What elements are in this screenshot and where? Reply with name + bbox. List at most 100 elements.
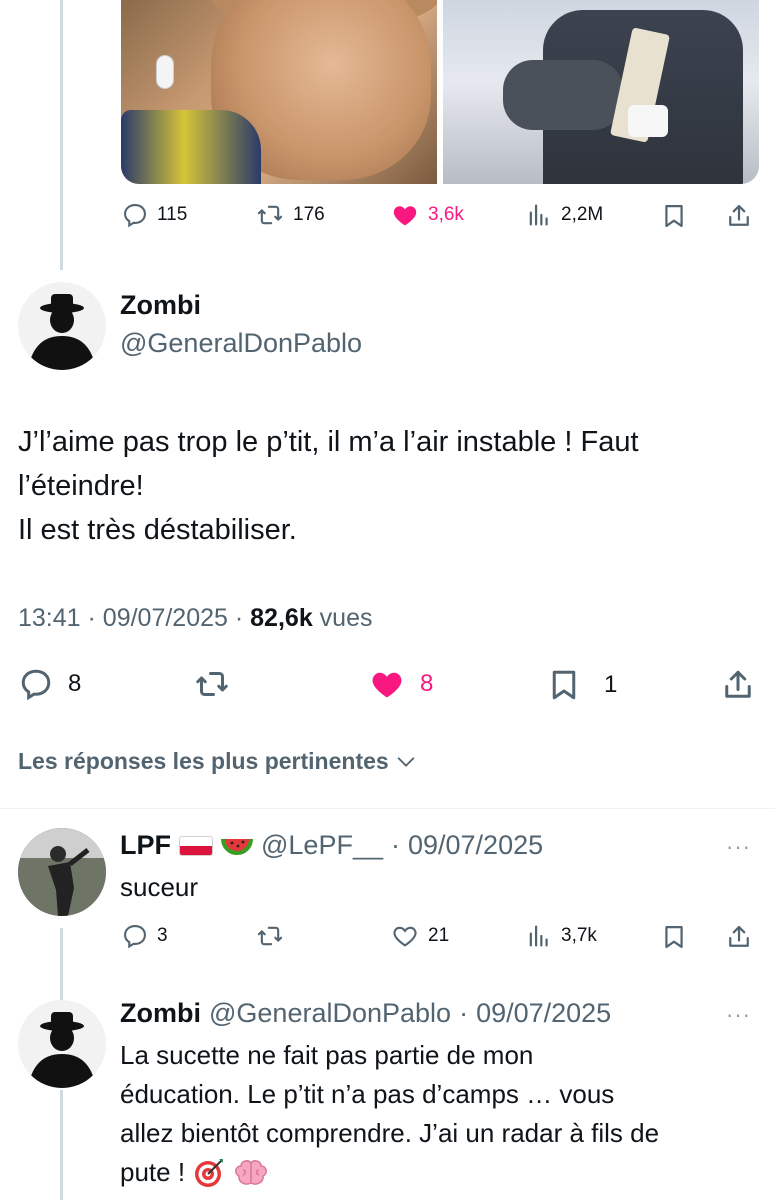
separator: ·	[234, 604, 244, 632]
tweet-text: J’l’aime pas trop le p’tit, il m’a l’air…	[18, 420, 758, 552]
like-count: 21	[428, 925, 450, 946]
hat-silhouette-avatar-icon	[28, 1012, 96, 1088]
heart-filled-icon	[393, 206, 417, 226]
tweet-time[interactable]: 13:41	[18, 604, 81, 632]
repost-button[interactable]	[255, 922, 285, 950]
analytics-icon	[529, 925, 548, 947]
analytics-icon	[529, 204, 548, 226]
bookmark-button[interactable]	[660, 922, 688, 952]
repost-icon	[257, 926, 283, 946]
tweet-text-line: Il est très déstabiliser.	[18, 514, 297, 546]
bookmark-icon	[665, 925, 683, 949]
reply-count: 115	[157, 204, 188, 225]
brain-icon	[235, 1159, 267, 1185]
repost-button[interactable]	[192, 666, 232, 702]
reply-date[interactable]: 09/07/2025	[408, 830, 543, 861]
reply-text-line-last: pute !	[120, 1153, 659, 1192]
like-count: 8	[420, 670, 434, 697]
reply-header: LPF @LePF__ · 09/07/2025	[120, 830, 543, 861]
reply-date[interactable]: 09/07/2025	[476, 998, 611, 1029]
views-button[interactable]: 3,7k	[525, 922, 597, 950]
like-count: 3,6k	[428, 204, 464, 225]
bookmark-button[interactable]: 1	[546, 666, 617, 704]
reply-count: 3	[157, 925, 168, 946]
bookmark-count: 1	[604, 671, 618, 698]
reply-text-line: allez bientôt comprendre. J’ai un radar …	[120, 1118, 660, 1148]
bookmark-icon	[665, 204, 683, 228]
tweet-text-line: l’éteindre!	[18, 470, 144, 502]
reply-icon	[124, 925, 146, 949]
image-earbud	[156, 55, 174, 89]
reply-button[interactable]: 3	[121, 922, 168, 950]
reply-author-name[interactable]: Zombi	[120, 998, 201, 1029]
divider	[0, 808, 775, 809]
repost-icon	[257, 205, 283, 225]
tweet-meta: 13:41 · 09/07/2025 · 82,6k vues	[18, 604, 372, 633]
tweet-text-line: J’l’aime pas trop le p’tit, il m’a l’air…	[18, 426, 639, 458]
target-icon	[195, 1158, 224, 1187]
repost-icon	[196, 672, 228, 696]
like-button[interactable]: 21	[390, 922, 449, 950]
sort-label: Les réponses les plus pertinentes	[18, 748, 389, 774]
reply-icon	[21, 669, 51, 701]
separator: ·	[390, 830, 400, 860]
thread-line-bottom	[60, 1090, 63, 1200]
thread-line-top	[60, 0, 63, 270]
media-image-left[interactable]	[121, 0, 437, 184]
hat-silhouette-avatar-icon	[28, 294, 96, 370]
reply-button[interactable]: 8	[18, 666, 81, 702]
bookmark-button[interactable]	[660, 201, 688, 231]
share-icon	[729, 925, 749, 947]
like-button[interactable]: 8	[368, 666, 433, 702]
more-options-button[interactable]: ···	[726, 834, 751, 860]
separator: ·	[87, 604, 96, 632]
views-count-main: 82,6k	[250, 604, 313, 632]
reply-count: 8	[68, 670, 82, 697]
reply-text: suceur	[120, 868, 198, 907]
share-button[interactable]	[725, 201, 753, 231]
views-count: 3,7k	[561, 925, 597, 946]
author-name[interactable]: Zombi	[120, 290, 201, 321]
like-button[interactable]: 3,6k	[390, 201, 464, 229]
separator: ·	[459, 998, 469, 1028]
thread-line-reply	[60, 928, 63, 1000]
views-label: vues	[319, 604, 373, 632]
share-button[interactable]	[725, 922, 753, 952]
avatar[interactable]	[18, 282, 106, 370]
views-count: 2,2M	[561, 204, 604, 225]
author-handle[interactable]: @GeneralDonPablo	[120, 328, 362, 359]
reply-header: Zombi @GeneralDonPablo · 09/07/2025	[120, 998, 611, 1029]
image-jacket	[121, 110, 261, 184]
reply-icon	[124, 204, 146, 228]
views-button[interactable]: 2,2M	[525, 201, 603, 229]
reply-author-handle[interactable]: @LePF__	[261, 830, 383, 861]
person-photo-avatar-icon	[18, 828, 106, 916]
heart-filled-icon	[372, 672, 402, 698]
reply-text: La sucette ne fait pas partie de mon édu…	[120, 1036, 659, 1192]
reply-text-line: éducation. Le p’tit n’a pas d’camps … vo…	[120, 1079, 615, 1109]
repost-count: 176	[293, 204, 325, 225]
reply-author-name[interactable]: LPF	[120, 830, 171, 861]
more-options-button[interactable]: ···	[726, 1002, 751, 1028]
media-image-right[interactable]	[443, 0, 759, 184]
watermelon-icon	[221, 838, 253, 855]
tweet-date[interactable]: 09/07/2025	[103, 604, 228, 632]
reply-author-handle[interactable]: @GeneralDonPablo	[209, 998, 451, 1029]
share-icon	[729, 204, 749, 226]
reply-text-line: pute !	[120, 1157, 186, 1187]
reply-text-line: La sucette ne fait pas partie de mon	[120, 1040, 534, 1070]
poland-flag-icon	[179, 835, 213, 856]
image-sleeve	[503, 60, 623, 130]
heart-outline-icon	[393, 926, 417, 947]
tweet-media-grid[interactable]	[121, 0, 759, 184]
image-tissue	[628, 105, 668, 137]
chevron-down-icon	[397, 756, 414, 767]
replies-sort-dropdown[interactable]: Les réponses les plus pertinentes	[18, 748, 417, 775]
repost-button[interactable]: 176	[255, 201, 325, 229]
avatar[interactable]	[18, 828, 106, 916]
avatar[interactable]	[18, 1000, 106, 1088]
reply-text-line: suceur	[120, 872, 199, 902]
reply-button[interactable]: 115	[121, 201, 187, 229]
share-button[interactable]	[720, 666, 756, 704]
share-icon	[725, 670, 751, 698]
